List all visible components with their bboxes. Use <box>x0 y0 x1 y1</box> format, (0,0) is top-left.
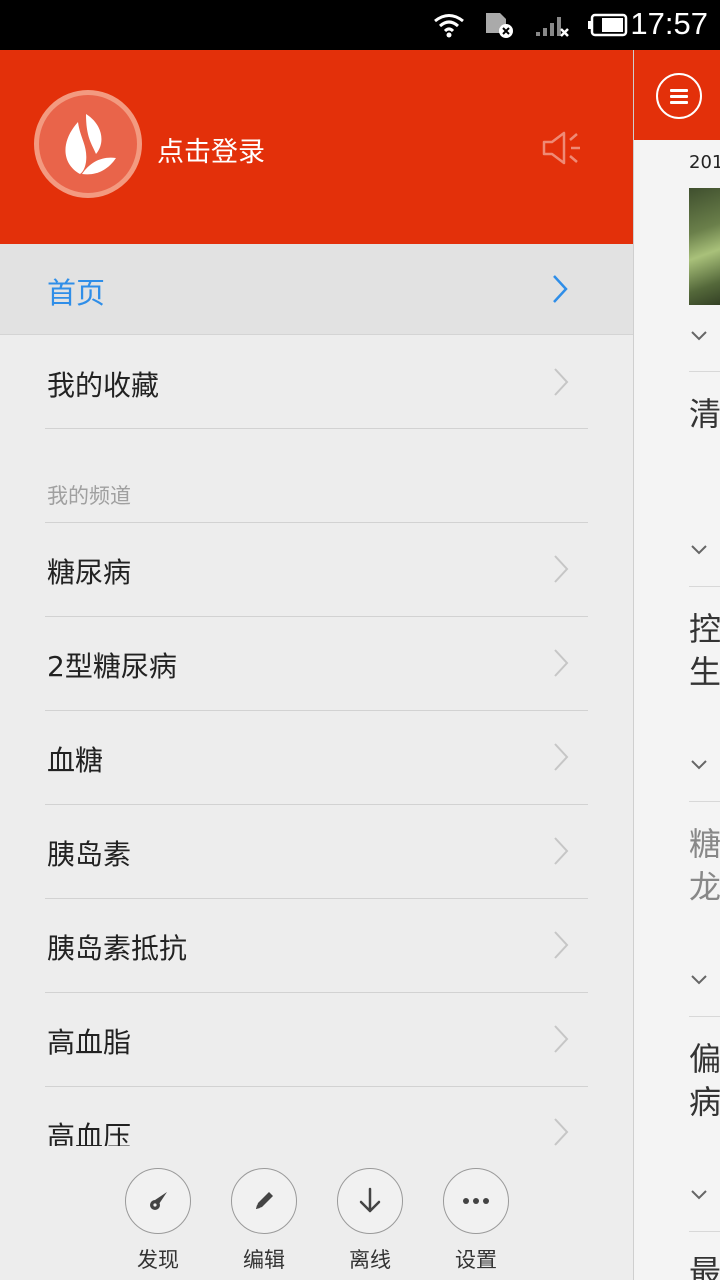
navigation-drawer: 点击登录 首页 我的收藏 我的频道 糖尿病 2型糖尿病 血糖 胰岛素 胰岛素抵抗 <box>0 50 633 1280</box>
edit-button[interactable]: 编辑 <box>230 1168 298 1274</box>
main-content-peek[interactable]: 201 清 控 生 糖 龙 偏 病 最 <box>633 50 720 1280</box>
channel-item[interactable]: 2型糖尿病 <box>0 617 633 711</box>
wifi-icon <box>434 14 464 38</box>
discover-button[interactable]: 发现 <box>124 1168 192 1274</box>
chevron-down-icon[interactable] <box>690 1185 708 1203</box>
chevron-right-icon <box>554 555 569 583</box>
chevron-right-icon <box>554 837 569 865</box>
drawer-header: 点击登录 <box>0 50 633 244</box>
chevron-right-icon <box>554 743 569 771</box>
chevron-right-icon <box>554 1118 569 1146</box>
download-icon <box>359 1187 381 1213</box>
edit-label: 编辑 <box>243 1248 285 1272</box>
channel-item[interactable]: 血糖 <box>0 711 633 805</box>
section-title-channels: 我的频道 <box>47 484 131 508</box>
channel-label: 2型糖尿病 <box>47 650 177 683</box>
channel-label: 胰岛素抵抗 <box>47 932 188 965</box>
speaker-icon[interactable] <box>540 128 582 168</box>
article-title-fragment[interactable]: 糖 <box>689 822 720 866</box>
nav-item-home[interactable]: 首页 <box>0 244 633 335</box>
login-link[interactable]: 点击登录 <box>157 130 265 169</box>
article-title-fragment[interactable]: 清 <box>689 392 720 436</box>
chevron-right-icon <box>554 368 569 396</box>
chevron-right-icon <box>554 1025 569 1053</box>
settings-button[interactable]: 设置 <box>442 1168 510 1274</box>
clock: 17:57 <box>630 6 708 41</box>
menu-icon[interactable] <box>656 73 702 119</box>
more-icon <box>463 1198 489 1204</box>
article-title-fragment[interactable]: 控 <box>689 607 720 651</box>
settings-label: 设置 <box>455 1248 497 1272</box>
channel-label: 高血脂 <box>47 1026 132 1059</box>
channel-item[interactable]: 胰岛素抵抗 <box>0 899 633 993</box>
chevron-right-icon <box>554 649 569 677</box>
status-icons <box>432 10 628 40</box>
channel-item[interactable]: 糖尿病 <box>0 523 633 617</box>
article-title-fragment[interactable]: 生 <box>689 650 720 694</box>
chevron-right-icon <box>554 931 569 959</box>
channel-item[interactable]: 胰岛素 <box>0 805 633 899</box>
chevron-down-icon[interactable] <box>690 970 708 988</box>
offline-button[interactable]: 离线 <box>336 1168 404 1274</box>
channel-label: 胰岛素 <box>47 838 132 871</box>
channel-item[interactable]: 高血脂 <box>0 993 633 1087</box>
avatar[interactable] <box>34 90 142 198</box>
article-title-fragment[interactable]: 偏 <box>689 1037 720 1081</box>
pencil-icon <box>256 1192 273 1209</box>
compass-icon <box>150 1192 167 1210</box>
chevron-down-icon[interactable] <box>690 540 708 558</box>
article-title-fragment[interactable]: 龙 <box>689 865 720 909</box>
leaf-logo-icon <box>65 114 116 175</box>
main-header <box>634 50 720 140</box>
article-date: 201 <box>689 152 720 173</box>
chevron-right-icon <box>553 275 568 303</box>
article-title-fragment[interactable]: 病 <box>689 1080 720 1124</box>
drawer-toolbar: 发现 编辑 离线 设置 <box>0 1146 633 1280</box>
battery-icon <box>588 13 628 37</box>
signal-icon <box>536 17 569 37</box>
nav-item-label: 我的收藏 <box>47 369 160 402</box>
nav-item-label: 首页 <box>47 276 106 310</box>
sim-card-error-icon <box>486 13 513 38</box>
offline-label: 离线 <box>349 1248 391 1272</box>
status-bar: 17:57 <box>0 0 720 50</box>
chevron-down-icon[interactable] <box>690 326 708 344</box>
article-thumbnail[interactable] <box>689 188 720 305</box>
nav-item-favorites[interactable]: 我的收藏 <box>0 335 633 429</box>
channel-label: 糖尿病 <box>47 556 132 589</box>
channel-label: 血糖 <box>47 744 104 777</box>
chevron-down-icon[interactable] <box>690 755 708 773</box>
discover-label: 发现 <box>137 1248 179 1272</box>
article-title-fragment[interactable]: 最 <box>689 1250 720 1280</box>
